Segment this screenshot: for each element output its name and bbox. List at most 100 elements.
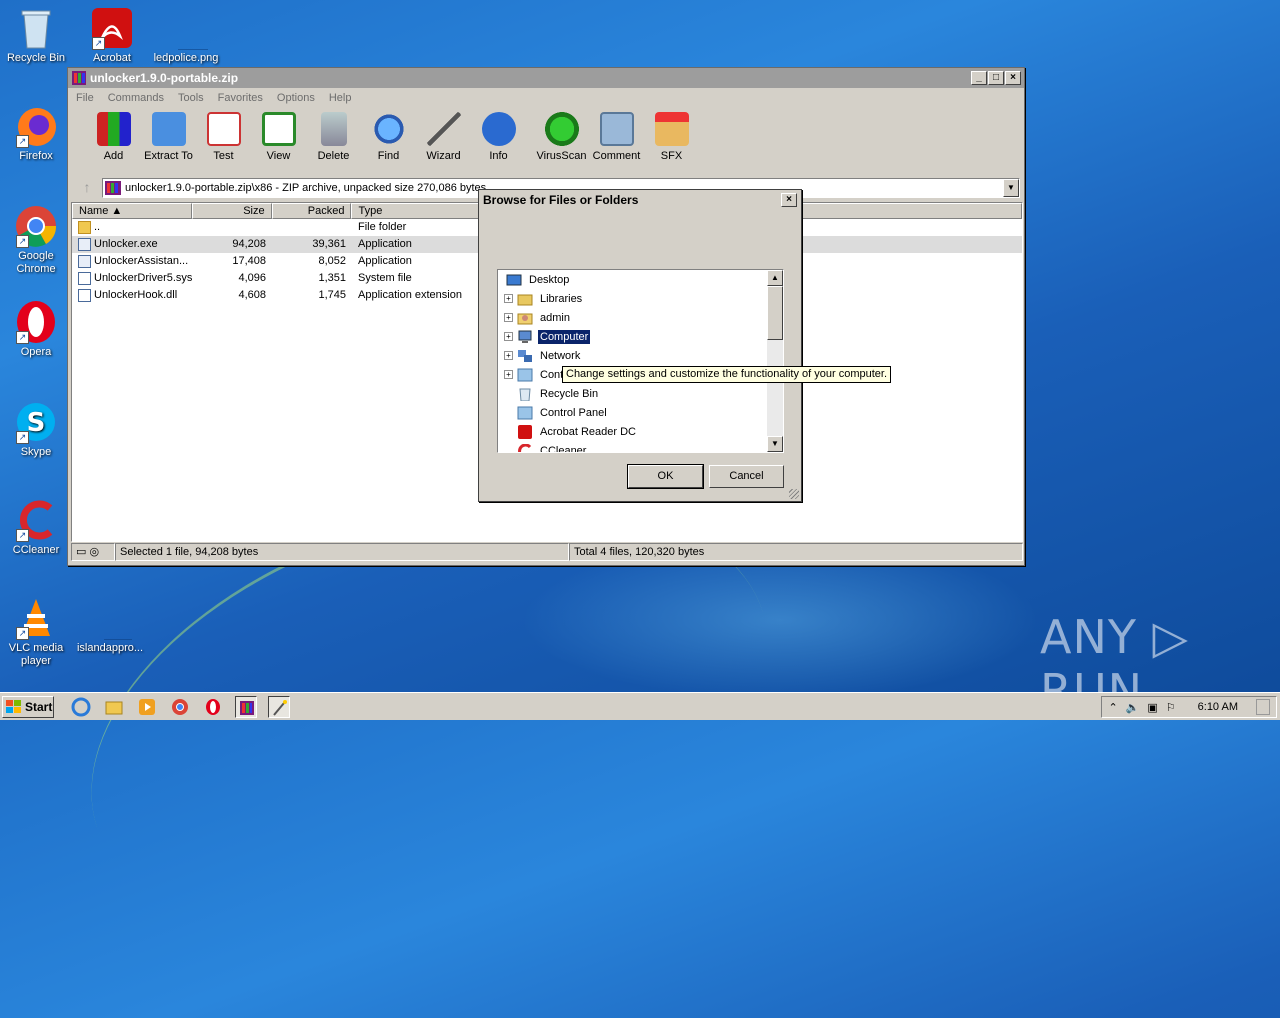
trash-icon (320, 112, 347, 146)
status-total: Total 4 files, 120,320 bytes (569, 543, 1023, 561)
toolbar-label: View (266, 150, 291, 162)
wizard-taskbar-icon[interactable] (268, 695, 290, 718)
start-button[interactable]: Start (2, 695, 54, 718)
media-player-icon[interactable] (136, 696, 158, 718)
resize-grip-icon[interactable] (789, 489, 799, 499)
tree-node-desktop[interactable]: Desktop (498, 270, 783, 289)
desktop-icon-vlc[interactable]: ↗ VLC media player (0, 596, 72, 668)
dialog-close-button[interactable]: × (781, 193, 797, 207)
folder-icon (151, 112, 186, 146)
book-icon (261, 112, 296, 146)
chrome-icon: ↗ (14, 204, 58, 248)
volume-icon[interactable]: 🔈 (1126, 701, 1140, 714)
tree-node-ccleaner[interactable]: CCleaner (498, 441, 783, 452)
tree-node-recycle-bin[interactable]: Recycle Bin (498, 384, 783, 403)
scroll-down-button[interactable]: ▼ (767, 436, 783, 452)
opera-taskbar-icon[interactable] (202, 696, 224, 718)
close-button[interactable]: × (1005, 71, 1021, 85)
shortcut-arrow-icon: ↗ (16, 431, 29, 444)
toolbar-extract-button[interactable]: Extract To (141, 112, 196, 176)
menu-favorites[interactable]: Favorites (218, 92, 263, 104)
desktop-icon-label: VLC media player (8, 642, 64, 667)
expand-icon[interactable]: + (504, 370, 513, 379)
shortcut-arrow-icon: ↗ (92, 37, 105, 50)
expand-icon[interactable]: + (504, 313, 513, 322)
scroll-thumb[interactable] (767, 286, 783, 340)
toolbar-label: Wizard (426, 150, 461, 162)
maximize-button[interactable]: □ (988, 71, 1004, 85)
up-folder-button[interactable]: ↑ (72, 178, 102, 198)
show-desktop-button[interactable] (1256, 699, 1270, 715)
toolbar-view-button[interactable]: View (251, 112, 306, 176)
desktop-icon-label: Skype (20, 446, 52, 458)
toolbar-info-button[interactable]: Info (471, 112, 526, 176)
tree-node-admin[interactable]: + admin (498, 308, 783, 327)
tree-scrollbar[interactable]: ▲ ▼ (767, 270, 783, 452)
toolbar-delete-button[interactable]: Delete (306, 112, 361, 176)
ok-button[interactable]: OK (627, 464, 704, 489)
flag-icon[interactable]: ⚐ (1166, 701, 1176, 714)
system-tray: ⌃ 🔈 ▣ ⚐ 6:10 AM (1101, 696, 1277, 718)
toolbar-wizard-button[interactable]: Wizard (416, 112, 471, 176)
toolbar-find-button[interactable]: Find (361, 112, 416, 176)
menu-commands[interactable]: Commands (108, 92, 164, 104)
browse-dialog: Browse for Files or Folders × Desktop + … (478, 189, 802, 502)
window-titlebar[interactable]: unlocker1.9.0-portable.zip _ □ × (68, 68, 1024, 88)
menu-bar: File Commands Tools Favorites Options He… (68, 88, 1024, 108)
tree-node-control-panel-shortcut[interactable]: Control Panel (498, 403, 783, 422)
toolbar-test-button[interactable]: Test (196, 112, 251, 176)
toolbar-add-button[interactable]: Add (86, 112, 141, 176)
column-header-packed[interactable]: Packed (271, 203, 352, 219)
cancel-button[interactable]: Cancel (709, 465, 784, 488)
desktop-icon-firefox[interactable]: ↗ Firefox (0, 104, 72, 163)
desktop-icon-google-chrome[interactable]: ↗ Google Chrome (0, 204, 72, 276)
desktop-icon-recycle-bin[interactable]: Recycle Bin (0, 6, 72, 65)
desktop-icon-label: Firefox (19, 150, 53, 162)
address-dropdown-button[interactable]: ▼ (1003, 179, 1019, 197)
archive-icon (105, 181, 121, 195)
chrome-taskbar-icon[interactable] (169, 696, 191, 718)
expand-icon[interactable]: + (504, 294, 513, 303)
minimize-button[interactable]: _ (971, 71, 987, 85)
toolbar-sfx-button[interactable]: SFX (644, 112, 699, 176)
tree-node-acrobat[interactable]: Acrobat Reader DC (498, 422, 783, 441)
tree-node-network[interactable]: + Network (498, 346, 783, 365)
control-panel-icon (517, 368, 533, 381)
tree-node-computer[interactable]: + Computer (498, 327, 783, 346)
drive-icon[interactable]: ▭ ◎ (71, 543, 115, 561)
toolbar-comment-button[interactable]: Comment (589, 112, 644, 176)
acrobat-icon: ↗ (90, 6, 134, 50)
column-header-size[interactable]: Size (191, 203, 272, 219)
tray-expand-icon[interactable]: ⌃ (1108, 701, 1117, 714)
desktop-icon-ccleaner[interactable]: ↗ CCleaner (0, 498, 72, 557)
scroll-up-button[interactable]: ▲ (767, 270, 783, 286)
toolbar-virusscan-button[interactable]: VirusScan (534, 112, 589, 176)
windows-logo-icon (6, 699, 21, 713)
toolbar: Add Extract To Test View Delete Find Wiz… (68, 108, 1024, 176)
explorer-icon[interactable] (103, 696, 125, 718)
menu-help[interactable]: Help (329, 92, 352, 104)
network-tray-icon[interactable]: ▣ (1147, 701, 1157, 714)
desktop-icon-skype[interactable]: S ↗ Skype (0, 400, 72, 459)
desktop-icon-islandappro[interactable]: islandappro... (74, 596, 148, 655)
shortcut-arrow-icon: ↗ (16, 627, 29, 640)
desktop-icon-opera[interactable]: ↗ Opera (0, 300, 72, 359)
dialog-titlebar[interactable]: Browse for Files or Folders × (479, 190, 801, 210)
column-header-name[interactable]: Name ▲ (72, 203, 192, 219)
tree-node-libraries[interactable]: + Libraries (498, 289, 783, 308)
menu-tools[interactable]: Tools (178, 92, 204, 104)
menu-file[interactable]: File (76, 92, 94, 104)
desktop-icon-acrobat[interactable]: ↗ Acrobat (76, 6, 148, 65)
winrar-taskbar-icon[interactable] (235, 695, 257, 718)
desktop-icon-label: Opera (20, 346, 52, 358)
status-selection: Selected 1 file, 94,208 bytes (115, 543, 569, 561)
menu-options[interactable]: Options (277, 92, 315, 104)
ie-icon[interactable] (70, 696, 92, 718)
clock[interactable]: 6:10 AM (1198, 701, 1238, 713)
desktop-icon-ledpolice[interactable]: ledpolice.png (150, 6, 222, 65)
taskbar: Start ⌃ 🔈 ▣ ⚐ 6:10 AM (0, 692, 1280, 720)
comment-icon (599, 112, 634, 146)
expand-icon[interactable]: + (504, 332, 513, 341)
expand-icon[interactable]: + (504, 351, 513, 360)
ccleaner-icon: ↗ (14, 498, 58, 542)
